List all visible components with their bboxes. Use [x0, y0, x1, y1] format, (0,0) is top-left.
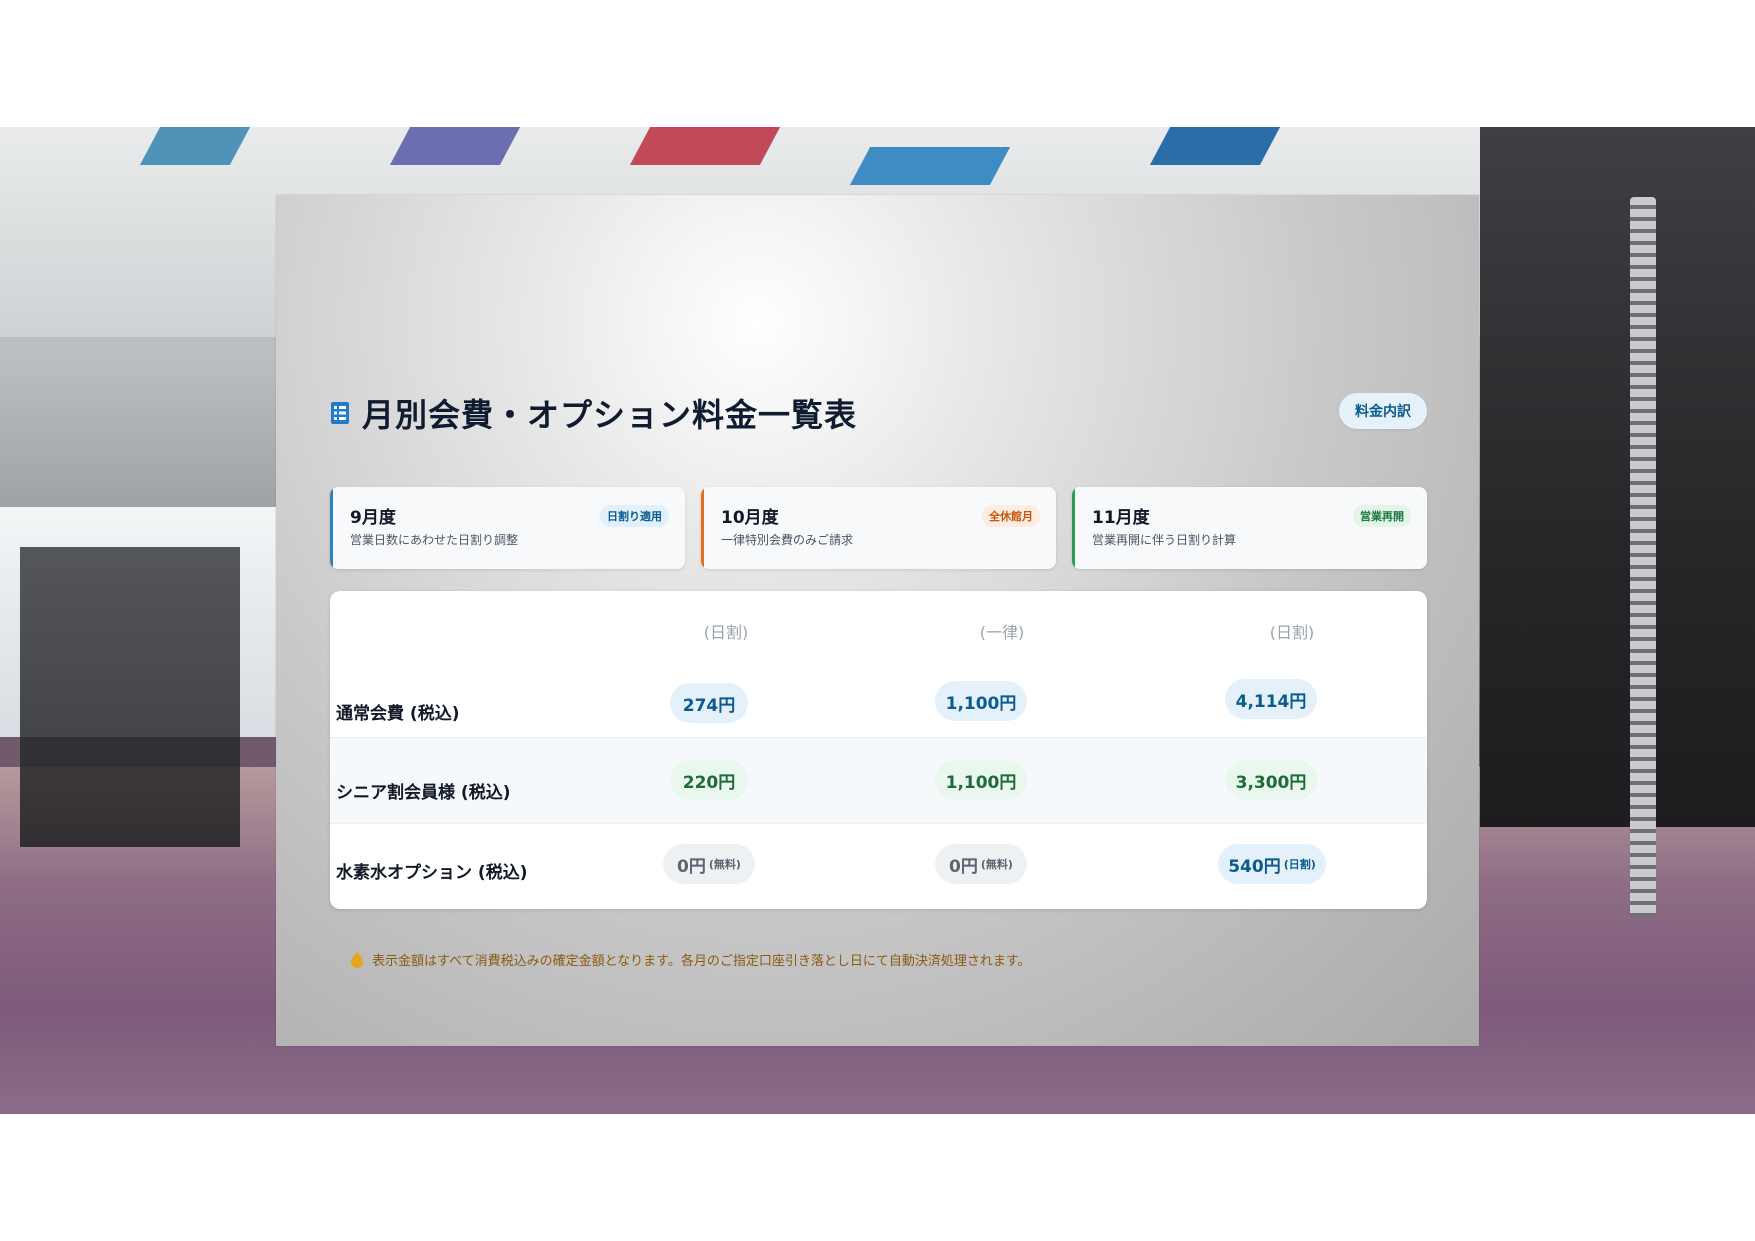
ceiling-tile	[389, 127, 521, 165]
fee-note: (無料)	[708, 858, 741, 871]
column-head-october: (一律)	[979, 623, 1025, 642]
month-cards: 9月度 営業日数にあわせた日割り調整 日割り適用 10月度 一律特別会費のみご請…	[330, 487, 1427, 569]
ceiling-tile	[629, 127, 781, 165]
table-row-hydrogen-water: 水素水オプション (税込) 0円 (無料) 0円 (無料) 540円 (日割)	[330, 824, 1427, 909]
fee-note: (日割)	[1283, 858, 1316, 871]
month-card-september: 9月度 営業日数にあわせた日割り調整 日割り適用	[330, 487, 685, 569]
fee-pill: 0円 (無料)	[663, 844, 755, 884]
fee-value: 4,114円	[1235, 691, 1307, 712]
table-row-regular: 通常会費 (税込) 274円 1,100円 4,114円	[330, 669, 1427, 738]
info-drop-icon	[350, 951, 364, 969]
gym-rack	[1630, 197, 1656, 917]
fee-pill: 220円	[670, 760, 748, 800]
month-tag: 営業再開	[1353, 505, 1411, 527]
fee-value: 540円	[1228, 856, 1281, 877]
month-desc: 営業日数にあわせた日割り調整	[350, 533, 519, 547]
table-row-senior: シニア割会員様 (税込) 220円 1,100円 3,300円	[330, 738, 1427, 824]
fee-pill: 1,100円	[935, 760, 1027, 800]
accent-bar	[701, 487, 704, 569]
fee-value: 0円	[949, 856, 978, 877]
month-tag: 日割り適用	[600, 505, 669, 527]
accent-bar	[1072, 487, 1075, 569]
month-desc: 営業再開に伴う日割り計算	[1092, 533, 1237, 547]
fee-value: 0円	[677, 856, 706, 877]
list-icon	[330, 401, 350, 425]
row-label: 水素水オプション (税込)	[336, 863, 528, 883]
fee-pill: 540円 (日割)	[1218, 844, 1326, 884]
ceiling-tile	[849, 147, 1011, 185]
footnote: 表示金額はすべて消費税込みの確定金額となります。各月のご指定口座引き落とし日にて…	[350, 950, 1031, 969]
month-tag: 全休館月	[982, 505, 1040, 527]
month-desc: 一律特別会費のみご請求	[721, 533, 854, 547]
row-label: シニア割会員様 (税込)	[336, 783, 511, 803]
fee-pill: 0円 (無料)	[935, 844, 1027, 884]
fee-value: 1,100円	[945, 693, 1017, 714]
title-wrap: 月別会費・オプション料金一覧表	[330, 385, 857, 441]
fee-pill: 274円	[670, 683, 748, 723]
fee-value: 220円	[682, 772, 736, 793]
fee-pill: 1,100円	[935, 681, 1027, 721]
fee-value: 1,100円	[945, 772, 1017, 793]
month-name: 9月度	[350, 508, 396, 528]
gym-equipment	[20, 547, 240, 847]
month-card-november: 11月度 営業再開に伴う日割り計算 営業再開	[1072, 487, 1427, 569]
fee-table: (日割) (一律) (日割) 通常会費 (税込) 274円 1,100円 4,1…	[330, 591, 1427, 909]
header: 月別会費・オプション料金一覧表 料金内訳	[330, 385, 1427, 441]
column-head-september: (日割)	[703, 623, 749, 642]
month-name: 11月度	[1092, 508, 1150, 528]
dark-wall	[1480, 127, 1755, 827]
pricing-panel: 月別会費・オプション料金一覧表 料金内訳 9月度 営業日数にあわせた日割り調整 …	[276, 195, 1479, 1046]
month-name: 10月度	[721, 508, 779, 528]
fee-value: 274円	[682, 695, 736, 716]
fee-pill: 3,300円	[1225, 760, 1317, 800]
fee-value: 3,300円	[1235, 772, 1307, 793]
footnote-text: 表示金額はすべて消費税込みの確定金額となります。各月のご指定口座引き落とし日にて…	[372, 954, 1031, 969]
breakdown-badge: 料金内訳	[1339, 393, 1427, 429]
ceiling-tile	[1149, 127, 1281, 165]
row-label: 通常会費 (税込)	[336, 704, 460, 724]
fee-pill: 4,114円	[1225, 679, 1317, 719]
accent-bar	[330, 487, 333, 569]
column-head-november: (日割)	[1269, 623, 1315, 642]
page-title: 月別会費・オプション料金一覧表	[362, 396, 858, 434]
fee-note: (無料)	[980, 858, 1013, 871]
month-card-october: 10月度 一律特別会費のみご請求 全休館月	[701, 487, 1056, 569]
